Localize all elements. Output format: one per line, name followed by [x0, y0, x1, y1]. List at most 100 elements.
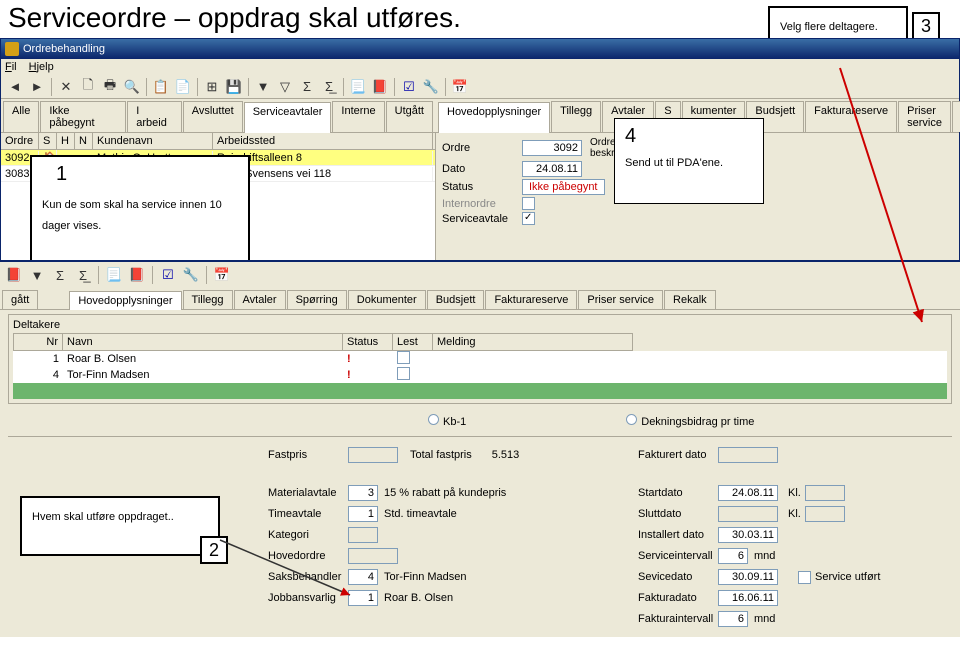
intern-checkbox[interactable]	[522, 197, 535, 210]
dh-navn[interactable]: Navn	[63, 333, 343, 351]
sluttdato-input[interactable]	[718, 506, 778, 522]
calendar-icon[interactable]: 📅	[450, 77, 470, 97]
tab-interne[interactable]: Interne	[332, 101, 384, 132]
excel-icon[interactable]: ⊞	[202, 77, 222, 97]
status-warn-icon: !	[343, 352, 393, 366]
close-icon[interactable]: ✕	[56, 77, 76, 97]
serviceint-input[interactable]	[718, 548, 748, 564]
kategori-input[interactable]	[348, 527, 378, 543]
sevicedato-input[interactable]	[718, 569, 778, 585]
material-input[interactable]	[348, 485, 378, 501]
radio-kb1[interactable]	[428, 414, 439, 425]
tab-serviceavtaler[interactable]: Serviceavtaler	[244, 102, 332, 133]
sub-tab-dokumenter[interactable]: Dokumenter	[348, 290, 426, 309]
start-kl-input[interactable]	[805, 485, 845, 501]
tab-rekalkuler[interactable]: Rekalkuler	[952, 101, 960, 132]
hovedordre-input[interactable]	[348, 548, 398, 564]
delt-row-1[interactable]: 4 Tor-Finn Madsen !	[13, 367, 947, 383]
book2-icon[interactable]: 📕	[127, 265, 147, 285]
tab-utgatt[interactable]: Utgått	[386, 101, 433, 132]
sub-tab-tillegg[interactable]: Tillegg	[183, 290, 233, 309]
serviceutfort-checkbox[interactable]	[798, 571, 811, 584]
slutt-kl-input[interactable]	[805, 506, 845, 522]
fakturadato-input[interactable]	[718, 590, 778, 606]
tool-icon[interactable]: 🔧	[421, 77, 441, 97]
filter2-icon[interactable]: ▽	[275, 77, 295, 97]
fastpris-input[interactable]	[348, 447, 398, 463]
book-icon[interactable]: 📕	[370, 77, 390, 97]
tab-priser-service[interactable]: Priser service	[898, 101, 951, 132]
callout-2: Hvem skal utføre oppdraget.. 2	[20, 496, 220, 556]
sub-tab-avtaler[interactable]: Avtaler	[234, 290, 286, 309]
sub-tab-sporring[interactable]: Spørring	[287, 290, 347, 309]
paste-icon[interactable]: 📄	[173, 77, 193, 97]
gh-arb[interactable]: Arbeidssted	[213, 133, 433, 149]
time-input[interactable]	[348, 506, 378, 522]
totalfast-value: 5.513	[492, 449, 520, 461]
gh-h[interactable]: H	[57, 133, 75, 149]
ordre-input[interactable]	[522, 140, 582, 156]
gh-n[interactable]: N	[75, 133, 93, 149]
deltagere-title: Deltakere	[13, 319, 947, 331]
tab-tillegg[interactable]: Tillegg	[551, 101, 601, 132]
dato-input[interactable]	[522, 161, 582, 177]
dh-lest[interactable]: Lest	[393, 333, 433, 351]
callout-3-text: Velg flere deltagere.	[780, 21, 878, 33]
delt-row-new[interactable]	[13, 383, 947, 399]
tab-avsluttet[interactable]: Avsluttet	[183, 101, 243, 132]
sum2-icon[interactable]: Σ̲	[319, 77, 339, 97]
sum4-icon[interactable]: Σ̲	[73, 265, 93, 285]
delt-row-0[interactable]: 1 Roar B. Olsen !	[13, 351, 947, 367]
sum3-icon[interactable]: Σ	[50, 265, 70, 285]
sub-tab-fakturareserve[interactable]: Fakturareserve	[485, 290, 577, 309]
nav-prev-icon[interactable]: ◄	[5, 77, 25, 97]
sub-tab-rekalk[interactable]: Rekalk	[664, 290, 716, 309]
new-icon[interactable]: 🗋	[78, 77, 98, 97]
print-icon[interactable]: 🖶	[100, 77, 120, 97]
tab-hovedopplysninger[interactable]: Hovedopplysninger	[438, 102, 550, 133]
sub-tab-hoved[interactable]: Hovedopplysninger	[69, 291, 181, 310]
doc-icon[interactable]: 📃	[348, 77, 368, 97]
lest-checkbox[interactable]	[397, 367, 410, 380]
lest-checkbox[interactable]	[397, 351, 410, 364]
status-value[interactable]: Ikke påbegynt	[522, 179, 605, 195]
dh-status[interactable]: Status	[343, 333, 393, 351]
filter-icon[interactable]: ▼	[253, 77, 273, 97]
doc2-icon[interactable]: 📃	[104, 265, 124, 285]
check-icon[interactable]: ☑	[399, 77, 419, 97]
gh-kunde[interactable]: Kundenavn	[93, 133, 213, 149]
startdato-input[interactable]	[718, 485, 778, 501]
dh-meld[interactable]: Melding	[433, 333, 633, 351]
copy-icon[interactable]: 📋	[151, 77, 171, 97]
gh-ordre[interactable]: Ordre	[1, 133, 39, 149]
radio-row: Kb-1 Dekningsbidrag pr time	[0, 408, 960, 434]
titlebar: Ordrebehandling	[1, 39, 959, 59]
tab-ikke-pabegynt[interactable]: Ikke påbegynt	[40, 101, 126, 132]
nav-next-icon[interactable]: ►	[27, 77, 47, 97]
tab-alle[interactable]: Alle	[3, 101, 39, 132]
radio-dekning[interactable]	[626, 414, 637, 425]
tool2-icon[interactable]: 🔧	[181, 265, 201, 285]
service-checkbox[interactable]	[522, 212, 535, 225]
calendar2-icon[interactable]: 📅	[212, 265, 232, 285]
dh-nr[interactable]: Nr	[13, 333, 63, 351]
filter-icon[interactable]: 📕	[4, 265, 24, 285]
gh-s[interactable]: S	[39, 133, 57, 149]
sub-tab-gatt[interactable]: gått	[2, 290, 38, 309]
tab-fakturareserve[interactable]: Fakturareserve	[805, 101, 897, 132]
saks-input[interactable]	[348, 569, 378, 585]
menu-fil[interactable]: Fil	[5, 61, 17, 73]
sum-icon[interactable]: Σ	[297, 77, 317, 97]
funnel-icon[interactable]: ▼	[27, 265, 47, 285]
sub-tab-budsjett[interactable]: Budsjett	[427, 290, 485, 309]
sub-tab-priser[interactable]: Priser service	[578, 290, 663, 309]
save-icon[interactable]: 💾	[224, 77, 244, 97]
tab-i-arbeid[interactable]: I arbeid	[127, 101, 181, 132]
check2-icon[interactable]: ☑	[158, 265, 178, 285]
fakturaint-input[interactable]	[718, 611, 748, 627]
fakturert-input[interactable]	[718, 447, 778, 463]
jobb-input[interactable]	[348, 590, 378, 606]
preview-icon[interactable]: 🔍	[122, 77, 142, 97]
menu-hjelp[interactable]: Hjelp	[29, 61, 54, 73]
installert-input[interactable]	[718, 527, 778, 543]
